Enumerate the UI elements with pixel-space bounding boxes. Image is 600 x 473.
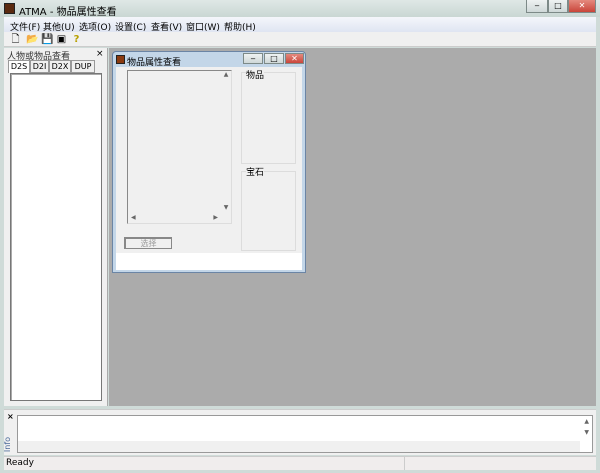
file-list[interactable] [10, 73, 102, 401]
app-icon [4, 3, 15, 14]
tab-d2x[interactable]: D2X [49, 60, 71, 73]
open-folder-icon[interactable]: 📂 [26, 34, 38, 45]
gem-group-label: 宝石 [246, 165, 265, 178]
gem-group [241, 171, 296, 251]
scroll-up-arrow-icon[interactable]: ▲ [221, 71, 231, 78]
tab-d2i[interactable]: D2I [30, 60, 49, 73]
scroll-right-arrow-icon[interactable]: ▶ [213, 214, 218, 221]
item-group-label: 物品 [246, 68, 265, 81]
save-all-icon[interactable]: ▣ [56, 34, 67, 45]
status-text: Ready [6, 458, 34, 468]
info-label: Info [3, 436, 13, 453]
window-title: ATMA - 物品属性查看 [19, 7, 117, 18]
toolbar: 🗋 📂 💾 ▣ ? [4, 32, 596, 47]
child-maximize-button[interactable]: □ [264, 53, 284, 64]
scroll-down-arrow-icon[interactable]: ▼ [221, 204, 231, 211]
info-scroll-down-icon[interactable]: ▼ [584, 429, 589, 436]
horizontal-scrollbar[interactable]: ◀ ▶ [128, 211, 221, 223]
new-file-icon[interactable]: 🗋 [10, 34, 21, 45]
vertical-scrollbar[interactable]: ▲ ▼ [221, 71, 231, 211]
status-divider [404, 457, 405, 470]
close-button[interactable]: ✕ [568, 0, 596, 13]
info-close-icon[interactable]: × [7, 412, 14, 421]
info-horizontal-scrollbar[interactable] [18, 441, 580, 452]
maximize-button[interactable]: □ [548, 0, 568, 13]
tab-dup[interactable]: DUP [71, 60, 95, 73]
item-property-window: 物品属性查看 ‒ □ ✕ ▲ ▼ ◀ ▶ 物品 宝石 选择 [112, 51, 306, 273]
panel-close-icon[interactable]: × [96, 49, 104, 59]
info-textbox[interactable]: ▲ ▼ [17, 415, 593, 453]
character-item-panel: 人物或物品查看 × D2S D2I D2X DUP [4, 48, 108, 406]
minimize-button[interactable]: ‒ [526, 0, 548, 13]
scroll-left-arrow-icon[interactable]: ◀ [131, 214, 136, 221]
child-close-button[interactable]: ✕ [285, 53, 304, 64]
info-scroll-up-icon[interactable]: ▲ [584, 418, 589, 425]
status-bar: Ready [4, 456, 596, 470]
property-list[interactable]: ▲ ▼ ◀ ▶ [127, 70, 232, 224]
save-icon[interactable]: 💾 [41, 34, 53, 45]
child-footer [116, 253, 302, 270]
child-app-icon [116, 55, 125, 64]
select-button[interactable]: 选择 [124, 237, 172, 249]
menu-bar: 文件(F) 其他(U) 选项(O) 设置(C) 查看(V) 窗口(W) 帮助(H… [4, 17, 596, 33]
info-panel: × Info ▲ ▼ [3, 409, 596, 455]
child-minimize-button[interactable]: ‒ [243, 53, 263, 64]
title-bar: ATMA - 物品属性查看 ‒ □ ✕ [0, 0, 600, 18]
child-body: ▲ ▼ ◀ ▶ 物品 宝石 选择 [116, 67, 302, 270]
help-icon[interactable]: ? [71, 34, 82, 45]
item-group [241, 72, 296, 164]
tab-d2s[interactable]: D2S [8, 60, 30, 73]
